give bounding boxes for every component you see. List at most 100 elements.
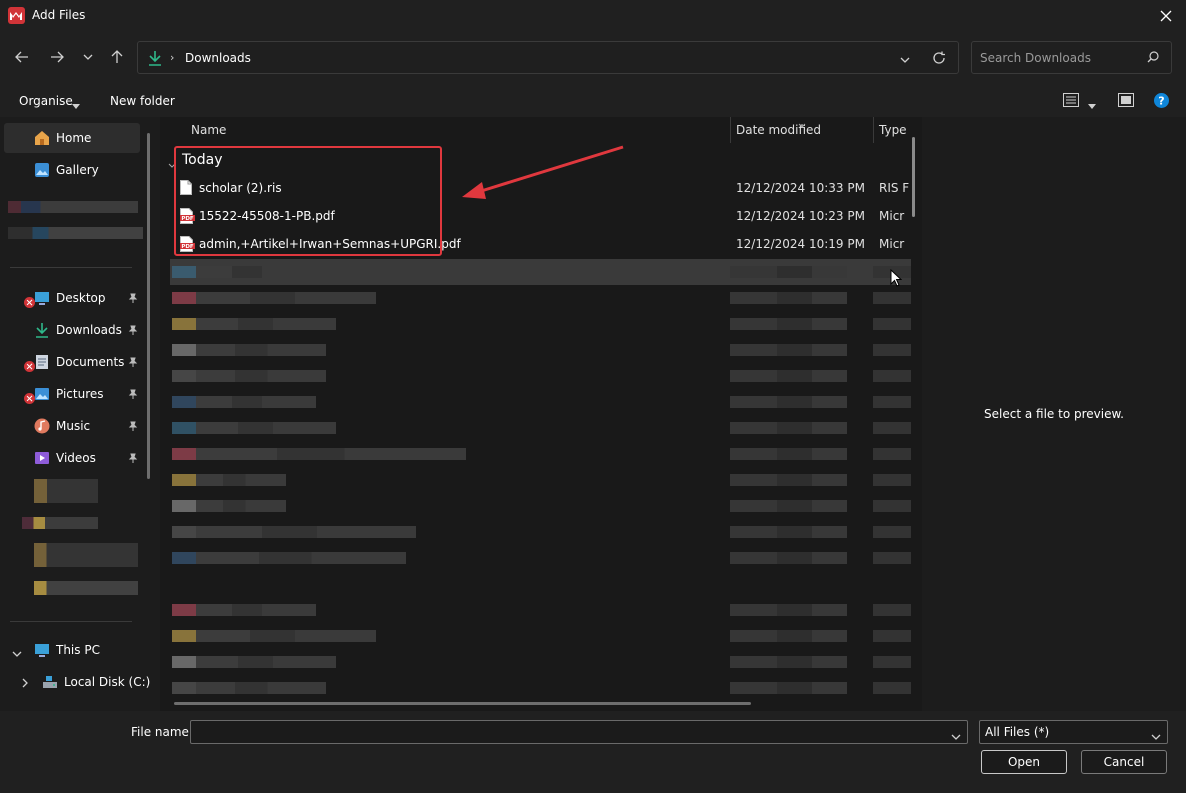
sidebar-item-label: Home bbox=[56, 131, 92, 145]
pin-icon[interactable] bbox=[128, 356, 138, 370]
title-bar: Add Files bbox=[0, 0, 1186, 32]
file-name-dropdown-icon[interactable] bbox=[951, 729, 961, 743]
forward-arrow-icon[interactable] bbox=[47, 47, 67, 67]
redacted-row bbox=[172, 422, 912, 434]
sidebar-item-gallery[interactable]: Gallery bbox=[4, 155, 140, 185]
column-divider[interactable] bbox=[873, 117, 874, 143]
downloads-icon bbox=[34, 322, 50, 338]
sidebar-item-documents[interactable]: Documents bbox=[4, 347, 140, 377]
breadcrumb-downloads[interactable]: Downloads bbox=[185, 51, 251, 65]
file-date: 12/12/2024 10:23 PM bbox=[736, 209, 865, 223]
up-arrow-icon[interactable] bbox=[107, 47, 127, 67]
redacted-item bbox=[22, 517, 98, 529]
column-header-type[interactable]: Type bbox=[879, 123, 907, 137]
sidebar-item-pictures[interactable]: Pictures bbox=[4, 379, 140, 409]
help-icon[interactable]: ? bbox=[1154, 93, 1169, 111]
navigation-pane: Home Gallery Desktop Downloads Documents bbox=[0, 117, 160, 711]
organise-dropdown-icon[interactable] bbox=[72, 98, 80, 112]
file-type: Micr bbox=[879, 237, 905, 251]
file-type: Micr bbox=[879, 209, 905, 223]
view-dropdown-icon[interactable] bbox=[1088, 98, 1096, 112]
pictures-icon bbox=[34, 386, 50, 402]
divider bbox=[10, 621, 132, 622]
breadcrumb-chevron-icon: › bbox=[170, 51, 175, 64]
sidebar-item-local-disk[interactable]: Local Disk (C:) bbox=[4, 667, 154, 697]
sidebar-item-label: Desktop bbox=[56, 291, 106, 305]
sidebar-scrollbar[interactable] bbox=[147, 133, 150, 479]
file-name-field[interactable] bbox=[190, 720, 968, 744]
pin-icon[interactable] bbox=[128, 292, 138, 306]
redacted-row bbox=[172, 604, 912, 616]
sidebar-item-label: Gallery bbox=[56, 163, 99, 177]
search-input[interactable] bbox=[980, 49, 1145, 67]
mouse-cursor-icon bbox=[890, 268, 903, 290]
sidebar-item-label: Videos bbox=[56, 451, 96, 465]
redacted-row bbox=[172, 630, 912, 642]
search-icon[interactable] bbox=[1147, 51, 1159, 66]
redacted-row bbox=[172, 682, 912, 694]
sidebar-item-home[interactable]: Home bbox=[4, 123, 140, 153]
command-bar: Organise New folder ? bbox=[0, 84, 1186, 117]
file-type-dropdown-icon[interactable] bbox=[1151, 729, 1161, 743]
pin-icon[interactable] bbox=[128, 452, 138, 466]
redacted-row bbox=[172, 552, 912, 564]
desktop-icon bbox=[34, 290, 50, 306]
open-button[interactable]: Open bbox=[981, 750, 1067, 774]
new-folder-button[interactable]: New folder bbox=[110, 94, 175, 108]
sidebar-item-this-pc[interactable]: This PC bbox=[4, 635, 154, 665]
address-dropdown-icon[interactable] bbox=[900, 52, 910, 66]
horizontal-scrollbar[interactable] bbox=[174, 702, 751, 705]
pin-icon[interactable] bbox=[128, 388, 138, 402]
file-list: Name Date modified Type Today scholar (2… bbox=[160, 117, 922, 711]
chevron-right-icon[interactable] bbox=[22, 677, 28, 691]
file-date: 12/12/2024 10:33 PM bbox=[736, 181, 865, 195]
view-options-icon[interactable] bbox=[1063, 93, 1079, 110]
search-box[interactable] bbox=[971, 41, 1172, 74]
recent-locations-chevron-icon[interactable] bbox=[78, 47, 98, 67]
column-divider[interactable] bbox=[730, 117, 731, 143]
redacted-row bbox=[172, 292, 912, 304]
preview-message: Select a file to preview. bbox=[984, 407, 1124, 421]
file-list-scrollbar[interactable] bbox=[912, 137, 915, 217]
sidebar-item-label: Pictures bbox=[56, 387, 104, 401]
sidebar-item-label: Local Disk (C:) bbox=[64, 675, 151, 689]
redacted-row bbox=[172, 266, 912, 278]
column-header-name[interactable]: Name bbox=[191, 123, 226, 137]
close-icon[interactable] bbox=[1154, 4, 1178, 28]
sidebar-item-videos[interactable]: Videos bbox=[4, 443, 140, 473]
file-type-value: All Files (*) bbox=[985, 725, 1050, 739]
address-bar[interactable]: › Downloads bbox=[137, 41, 959, 74]
sidebar-item-downloads[interactable]: Downloads bbox=[4, 315, 140, 345]
navigation-bar: › Downloads bbox=[0, 32, 1186, 84]
file-date: 12/12/2024 10:19 PM bbox=[736, 237, 865, 251]
svg-text:?: ? bbox=[1158, 95, 1164, 108]
redacted-item bbox=[8, 227, 143, 239]
documents-icon bbox=[34, 354, 50, 370]
file-name-input[interactable] bbox=[196, 724, 936, 740]
divider bbox=[10, 267, 132, 268]
preview-pane: Select a file to preview. bbox=[922, 117, 1186, 711]
column-header-date[interactable]: Date modified bbox=[736, 123, 821, 137]
redacted-row bbox=[172, 474, 912, 486]
dialog-footer: File name: All Files (*) Open Cancel bbox=[0, 711, 1186, 793]
redacted-row bbox=[172, 526, 912, 538]
sidebar-item-music[interactable]: Music bbox=[4, 411, 140, 441]
sidebar-item-label: Documents bbox=[56, 355, 125, 369]
redacted-row bbox=[172, 370, 912, 382]
refresh-icon[interactable] bbox=[932, 51, 946, 68]
sidebar-item-desktop[interactable]: Desktop bbox=[4, 283, 140, 313]
drive-icon bbox=[42, 674, 58, 690]
pin-icon[interactable] bbox=[128, 420, 138, 434]
cancel-button[interactable]: Cancel bbox=[1081, 750, 1167, 774]
file-name-label: File name: bbox=[131, 725, 193, 739]
organise-button[interactable]: Organise bbox=[19, 94, 73, 108]
file-type-select[interactable]: All Files (*) bbox=[979, 720, 1168, 744]
sidebar-item-label: Downloads bbox=[56, 323, 122, 337]
pin-icon[interactable] bbox=[128, 324, 138, 338]
redacted-row bbox=[172, 448, 912, 460]
music-icon bbox=[34, 418, 50, 434]
redacted-row bbox=[172, 344, 912, 356]
preview-pane-icon[interactable] bbox=[1118, 93, 1134, 110]
chevron-down-icon[interactable] bbox=[12, 646, 22, 660]
back-arrow-icon[interactable] bbox=[12, 47, 32, 67]
